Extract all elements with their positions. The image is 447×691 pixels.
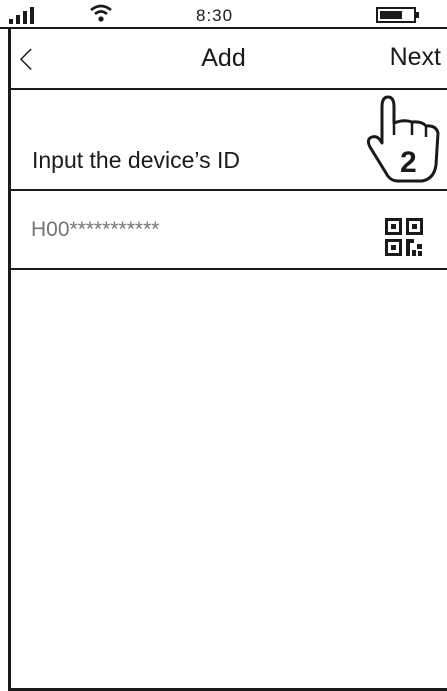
device-id-label: Input the device’s ID <box>32 147 240 173</box>
step-number: 2 <box>400 146 417 179</box>
device-id-row <box>8 191 447 269</box>
wifi-icon <box>90 4 112 22</box>
page-title: Add <box>201 44 246 72</box>
next-button[interactable]: Next <box>390 43 441 72</box>
status-time: 8:30 <box>196 6 234 25</box>
battery-icon <box>376 7 419 23</box>
qr-code-icon[interactable] <box>385 218 423 256</box>
signal-bars-icon <box>9 7 34 24</box>
device-id-input[interactable] <box>31 215 351 245</box>
row-divider <box>8 268 447 270</box>
nav-divider <box>8 88 447 90</box>
status-bar: 8:30 <box>0 0 447 28</box>
